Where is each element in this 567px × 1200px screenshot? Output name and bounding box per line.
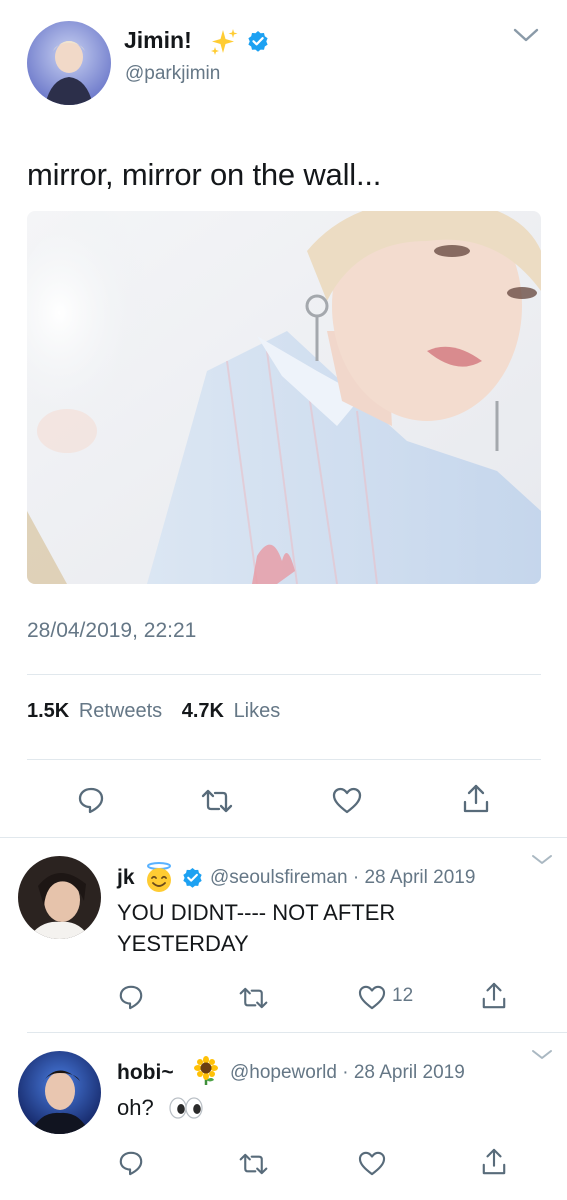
divider — [0, 837, 567, 838]
tweet-text: mirror, mirror on the wall... — [27, 157, 382, 192]
share-icon[interactable] — [462, 784, 490, 814]
reply-date[interactable]: 28 April 2019 — [364, 867, 475, 888]
sunflower-emoji — [192, 1056, 220, 1086]
smiling-face-with-halo-emoji — [144, 862, 174, 893]
separator-dot: · — [352, 867, 360, 888]
retweet-icon[interactable] — [237, 986, 270, 1010]
chevron-down-icon[interactable] — [531, 854, 553, 866]
chevron-down-icon[interactable] — [512, 26, 540, 44]
author-avatar[interactable] — [27, 21, 111, 105]
share-icon[interactable] — [481, 1148, 507, 1176]
like-icon[interactable] — [358, 1151, 386, 1176]
retweet-icon[interactable] — [237, 1152, 270, 1176]
reply-icon[interactable] — [118, 1150, 144, 1176]
like-label[interactable]: Likes — [234, 700, 281, 722]
share-icon[interactable] — [481, 982, 507, 1010]
reply-author-name[interactable]: hobi~ — [117, 1061, 174, 1085]
reply-text: oh? — [117, 1095, 154, 1120]
retweet-label[interactable]: Retweets — [79, 700, 162, 722]
verified-badge-icon — [182, 867, 203, 888]
chevron-down-icon[interactable] — [531, 1049, 553, 1061]
reply-icon[interactable] — [118, 984, 144, 1010]
tweet-timestamp: 28/04/2019, 22:21 — [27, 619, 197, 642]
reply-handle[interactable]: @seoulsfireman — [210, 867, 348, 888]
verified-badge-icon — [247, 30, 269, 52]
reply-date[interactable]: 28 April 2019 — [354, 1062, 465, 1083]
reply-text-line: YESTERDAY — [117, 931, 249, 956]
reply-text: YOU DIDNT---- NOT AFTER YESTERDAY — [117, 897, 395, 959]
tweet-stats: 1.5K Retweets 4.7K Likes — [27, 700, 280, 723]
like-icon[interactable] — [358, 985, 386, 1010]
reply-handle[interactable]: @hopeworld — [230, 1062, 337, 1083]
divider — [27, 759, 541, 760]
retweet-icon[interactable] — [199, 788, 235, 814]
author-name[interactable]: Jimin! — [124, 27, 192, 54]
reply-avatar[interactable] — [18, 1051, 101, 1134]
author-handle[interactable]: @parkjimin — [125, 63, 220, 85]
like-count[interactable]: 4.7K — [182, 700, 224, 722]
reply-author-name[interactable]: jk — [117, 866, 135, 890]
reply-text-line: YOU DIDNT---- NOT AFTER — [117, 900, 396, 925]
separator-dot: · — [342, 1062, 349, 1083]
sparkles-emoji — [209, 27, 239, 57]
retweet-count[interactable]: 1.5K — [27, 700, 69, 722]
divider — [27, 1032, 567, 1033]
reply-meta: @seoulsfireman · 28 April 2019 — [210, 867, 475, 889]
reply-like-count: 12 — [392, 985, 414, 1006]
reply-icon[interactable] — [77, 786, 105, 814]
eyes-emoji — [168, 1096, 204, 1120]
reply-avatar[interactable] — [18, 856, 101, 939]
tweet-photo[interactable] — [27, 211, 541, 584]
reply-meta: @hopeworld · 28 April 2019 — [230, 1062, 465, 1084]
like-icon[interactable] — [332, 787, 362, 814]
divider — [27, 674, 541, 675]
